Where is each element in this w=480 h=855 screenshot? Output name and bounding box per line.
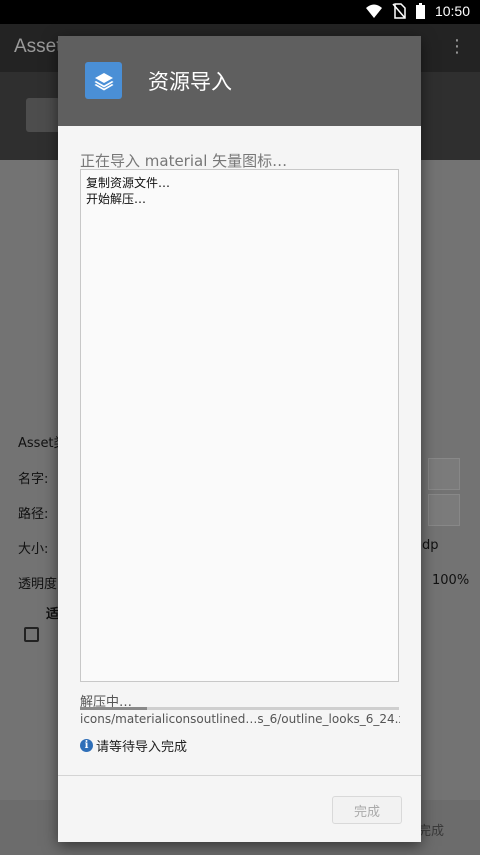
dialog-body: 正在导入 material 矢量图标… 复制资源文件… 开始解压… 解压中… i… bbox=[58, 126, 421, 842]
info-text: 请等待导入完成 bbox=[96, 740, 188, 755]
size-label: 大小: bbox=[18, 542, 49, 557]
progress-message: 正在导入 material 矢量图标… bbox=[80, 152, 288, 170]
more-vert-icon[interactable]: ⋮ bbox=[448, 36, 466, 57]
progress-fill bbox=[80, 707, 147, 710]
dialog-title: 资源导入 bbox=[148, 70, 232, 94]
done-button[interactable]: 完成 bbox=[332, 796, 402, 824]
battery-icon bbox=[415, 3, 425, 19]
background-checkbox[interactable] bbox=[24, 627, 39, 642]
dialog-header: 资源导入 bbox=[58, 36, 421, 126]
status-bar: 10:50 bbox=[0, 0, 480, 24]
folder-button[interactable] bbox=[428, 494, 460, 526]
status-icons: 10:50 bbox=[365, 3, 470, 19]
log-line: 开始解压… bbox=[86, 192, 147, 206]
opacity-value: 100% bbox=[432, 573, 470, 588]
dialog-divider bbox=[58, 775, 421, 776]
clock: 10:50 bbox=[434, 3, 470, 19]
layers-icon bbox=[85, 62, 122, 99]
info-icon: i bbox=[80, 739, 93, 752]
import-dialog: 资源导入 正在导入 material 矢量图标… 复制资源文件… 开始解压… 解… bbox=[58, 36, 421, 842]
app-title: Asset bbox=[14, 36, 62, 57]
name-field[interactable] bbox=[428, 458, 460, 490]
name-label: 名字: bbox=[18, 472, 49, 487]
layers-icon bbox=[26, 98, 60, 132]
log-line: 复制资源文件… bbox=[86, 176, 171, 190]
log-box[interactable]: 复制资源文件… 开始解压… bbox=[80, 169, 399, 682]
wifi-icon bbox=[365, 4, 382, 18]
no-sim-icon bbox=[392, 3, 406, 19]
path-label: 路径: bbox=[18, 507, 49, 522]
size-unit: dp bbox=[422, 538, 439, 553]
current-file: icons/materialiconsoutlined…s_6/outline_… bbox=[80, 712, 400, 726]
progress-bar bbox=[80, 707, 399, 710]
info-message: i 请等待导入完成 bbox=[80, 736, 187, 755]
background-done-button[interactable]: 完成 bbox=[418, 820, 444, 839]
opacity-label: 透明度: bbox=[18, 577, 62, 592]
